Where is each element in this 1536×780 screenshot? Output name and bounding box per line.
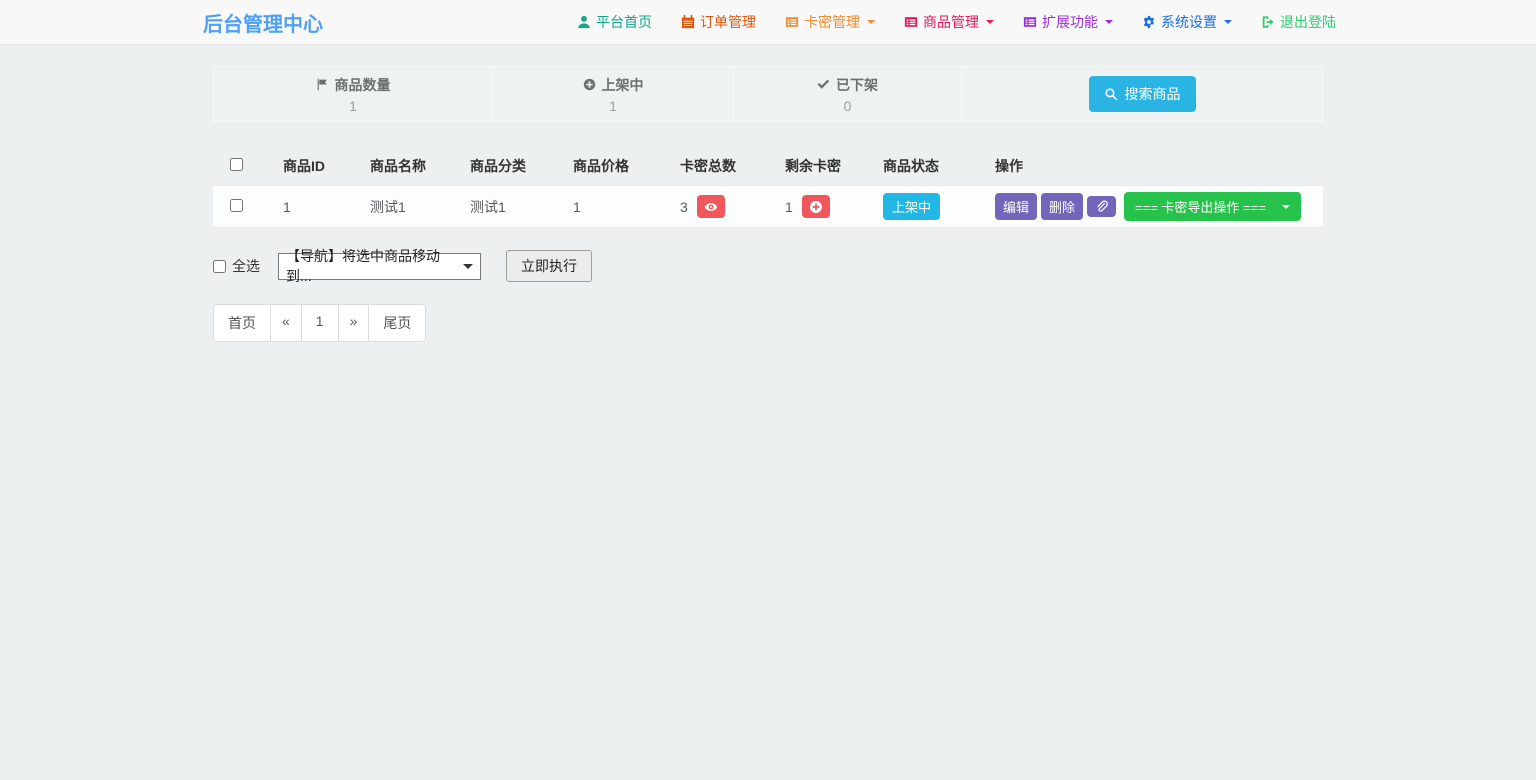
main-nav: 平台首页 订单管理 卡密管理 商品管理 扩展功能 [577,12,1336,32]
cell-card-total: 3 [667,186,772,228]
nav-item-orders[interactable]: 订单管理 [681,12,756,32]
col-header-product-name: 商品名称 [357,147,457,186]
edit-button[interactable]: 编辑 [995,193,1037,220]
cell-operations: 编辑 删除 === 卡密导出操作 === [982,186,1323,228]
nav-item-card-management[interactable]: 卡密管理 [785,12,875,32]
nav-item-system-settings[interactable]: 系统设置 [1142,12,1232,32]
status-badge: 上架中 [883,193,940,220]
eye-icon [704,200,718,214]
nav-item-extensions[interactable]: 扩展功能 [1023,12,1113,32]
stat-off-shelf: 已下架 0 [734,67,962,121]
pagination: 首页 « 1 » 尾页 [213,304,426,342]
stat-value: 1 [609,98,617,114]
nav-label: 扩展功能 [1042,12,1098,32]
nav-label: 商品管理 [923,12,979,32]
plus-circle-icon [583,78,596,91]
search-products-button[interactable]: 搜索商品 [1089,76,1196,112]
chevron-down-icon [1105,20,1113,24]
stat-product-count: 商品数量 1 [214,67,493,121]
nav-label: 卡密管理 [804,12,860,32]
nav-item-platform-home[interactable]: 平台首页 [577,12,652,32]
col-header-product-category: 商品分类 [457,147,560,186]
cell-product-status: 上架中 [870,186,982,228]
cell-product-category: 测试1 [457,186,560,228]
search-icon [1104,87,1118,101]
pagination-first[interactable]: 首页 [213,304,271,342]
select-all-checkbox[interactable] [213,260,226,273]
stat-label: 上架中 [602,75,644,95]
products-table: 商品ID 商品名称 商品分类 商品价格 卡密总数 剩余卡密 商品状态 操作 1 … [213,147,1323,228]
stats-bar: 商品数量 1 上架中 1 已下架 0 [213,66,1323,122]
select-all-label: 全选 [232,256,260,276]
gear-icon [1142,15,1156,29]
stat-on-shelf: 上架中 1 [493,67,734,121]
chevron-down-icon [1224,20,1232,24]
paperclip-icon [1095,200,1108,213]
check-icon [817,78,830,91]
add-cards-button[interactable] [802,195,830,218]
col-header-operations: 操作 [982,147,1323,186]
cell-product-name: 测试1 [357,186,457,228]
nav-item-logout[interactable]: 退出登陆 [1261,12,1336,32]
chevron-down-icon [867,20,875,24]
top-navbar: 后台管理中心 平台首页 订单管理 卡密管理 商品管理 [0,0,1536,45]
search-button-label: 搜索商品 [1125,84,1181,104]
pagination-page-1[interactable]: 1 [301,304,339,342]
app-title[interactable]: 后台管理中心 [203,8,323,37]
card-export-select-label: === 卡密导出操作 === [1135,197,1266,216]
logout-icon [1261,15,1275,29]
card-remaining-value: 1 [785,199,793,215]
pagination-next[interactable]: » [338,304,370,342]
card-export-select[interactable]: === 卡密导出操作 === [1124,192,1301,221]
card-total-value: 3 [680,199,688,215]
nav-label: 平台首页 [596,12,652,32]
list-icon [785,15,799,29]
row-checkbox[interactable] [230,199,243,212]
col-header-product-price: 商品价格 [560,147,667,186]
stat-label: 已下架 [836,75,878,95]
table-row: 1 测试1 测试1 1 3 1 [213,186,1323,228]
col-header-product-status: 商品状态 [870,147,982,186]
nav-label: 系统设置 [1161,12,1217,32]
chevron-down-icon [1282,205,1290,209]
chevron-down-icon [986,20,994,24]
flag-icon [316,78,329,91]
list-icon [904,15,918,29]
select-all-header-checkbox[interactable] [230,158,243,171]
bulk-actions-bar: 全选 【导航】将选中商品移动到... 立即执行 [213,250,1323,282]
nav-item-product-management[interactable]: 商品管理 [904,12,994,32]
table-header-row: 商品ID 商品名称 商品分类 商品价格 卡密总数 剩余卡密 商品状态 操作 [213,147,1323,186]
pagination-prev[interactable]: « [270,304,302,342]
col-header-card-total: 卡密总数 [667,147,772,186]
search-cell: 搜索商品 [962,67,1322,121]
nav-label: 退出登陆 [1280,12,1336,32]
plus-circle-icon [809,200,823,214]
cell-product-id: 1 [270,186,357,228]
cell-product-price: 1 [560,186,667,228]
bulk-move-select[interactable]: 【导航】将选中商品移动到... [278,253,481,280]
main-content: 商品数量 1 上架中 1 已下架 0 [213,66,1323,342]
nav-label: 订单管理 [700,12,756,32]
chevron-down-icon [463,264,473,269]
bulk-move-select-value: 【导航】将选中商品移动到... [286,246,463,286]
col-header-card-remaining: 剩余卡密 [772,147,870,186]
calendar-icon [681,15,695,29]
pagination-last[interactable]: 尾页 [368,304,426,342]
execute-button[interactable]: 立即执行 [506,250,592,282]
stat-label: 商品数量 [335,75,391,95]
stat-value: 0 [844,98,852,114]
stat-value: 1 [349,98,357,114]
view-cards-button[interactable] [697,195,725,218]
attachment-button[interactable] [1087,196,1116,217]
cell-card-remaining: 1 [772,186,870,228]
list-icon [1023,15,1037,29]
col-header-product-id: 商品ID [270,147,357,186]
delete-button[interactable]: 删除 [1041,193,1083,220]
user-icon [577,15,591,29]
